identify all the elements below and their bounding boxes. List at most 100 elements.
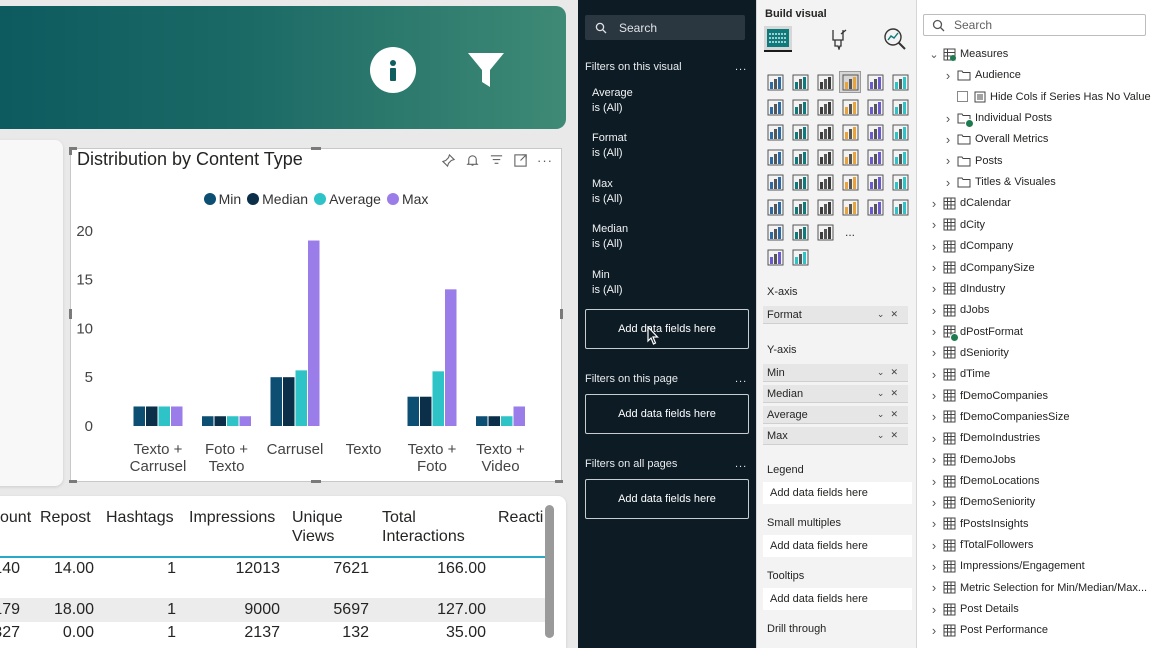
resize-handle[interactable] bbox=[69, 480, 77, 483]
chevron-right-icon[interactable]: › bbox=[943, 68, 953, 83]
tree-item[interactable]: › fDemoIndustries bbox=[929, 429, 1040, 447]
tree-item[interactable]: › dPostFormat bbox=[929, 323, 1023, 343]
yaxis-field-median[interactable]: Median ⌄✕ bbox=[763, 385, 908, 403]
tree-item[interactable]: › Metric Selection for Min/Median/Max... bbox=[929, 579, 1147, 597]
xaxis-field[interactable]: Format ⌄✕ bbox=[763, 306, 908, 324]
tree-item[interactable]: › dCompany bbox=[929, 237, 1013, 255]
python-visual-icon[interactable] bbox=[790, 222, 810, 242]
matrix-icon[interactable] bbox=[865, 172, 885, 192]
table-row[interactable]: 179 18.00 1 9000 5697 127.00 bbox=[0, 598, 546, 622]
resize-handle[interactable] bbox=[69, 309, 72, 319]
chevron-right-icon[interactable]: › bbox=[929, 260, 939, 275]
clustered-bar-icon[interactable] bbox=[815, 72, 835, 92]
line-column-icon[interactable] bbox=[865, 97, 885, 117]
tree-item[interactable]: › Posts bbox=[943, 152, 1003, 170]
line-clustered-icon[interactable] bbox=[890, 97, 910, 117]
chevron-right-icon[interactable]: › bbox=[929, 559, 939, 574]
tree-item[interactable]: › fDemoLocations bbox=[929, 472, 1040, 490]
decomposition-tree-icon[interactable] bbox=[765, 197, 785, 217]
chevron-right-icon[interactable]: › bbox=[929, 217, 939, 232]
tree-item[interactable]: › fPostsInsights bbox=[929, 515, 1029, 533]
chevron-right-icon[interactable]: › bbox=[929, 452, 939, 467]
tree-item[interactable]: › dCalendar bbox=[929, 194, 1011, 212]
field-controls[interactable]: ⌄✕ bbox=[877, 367, 904, 378]
chevron-right-icon[interactable]: › bbox=[929, 367, 939, 382]
tree-item[interactable]: › Audience bbox=[943, 66, 1021, 84]
stacked-column-icon[interactable] bbox=[790, 72, 810, 92]
paginated-icon[interactable] bbox=[815, 197, 835, 217]
tree-item[interactable]: › fTotalFollowers bbox=[929, 536, 1034, 554]
tab-add-visual[interactable] bbox=[764, 26, 792, 52]
100-column-icon[interactable] bbox=[890, 72, 910, 92]
chevron-right-icon[interactable]: › bbox=[929, 388, 939, 403]
qa-icon[interactable] bbox=[790, 197, 810, 217]
filters-search-input[interactable]: Search bbox=[585, 15, 745, 40]
tree-item[interactable]: ⌄ Measures bbox=[929, 45, 1008, 63]
clustered-column-icon[interactable] bbox=[839, 71, 861, 93]
pie-chart-icon[interactable] bbox=[865, 122, 885, 142]
custom-visual-2-icon[interactable] bbox=[790, 247, 810, 267]
posts-table[interactable]: ount Repost Hashtags Impressions Unique … bbox=[0, 496, 566, 648]
chevron-right-icon[interactable]: › bbox=[929, 324, 939, 339]
tree-item[interactable]: › fDemoCompanies bbox=[929, 387, 1048, 405]
yaxis-field-average[interactable]: Average ⌄✕ bbox=[763, 406, 908, 424]
stacked-bar-icon[interactable] bbox=[765, 72, 785, 92]
column-header[interactable]: ount bbox=[0, 508, 31, 527]
bar-chart-visual[interactable]: Distribution by Content Type ··· Min Med… bbox=[69, 147, 563, 483]
more-options-icon[interactable]: ... bbox=[735, 458, 747, 470]
power-apps-icon[interactable] bbox=[890, 197, 910, 217]
chevron-right-icon[interactable]: › bbox=[929, 623, 939, 638]
table-scrollbar[interactable] bbox=[545, 505, 554, 638]
ribbon-chart-icon[interactable] bbox=[840, 97, 860, 117]
resize-handle[interactable] bbox=[69, 147, 72, 155]
tree-item[interactable]: › fDemoCompaniesSize bbox=[929, 408, 1070, 426]
waterfall-icon[interactable] bbox=[765, 122, 785, 142]
multirow-card-icon[interactable] bbox=[765, 172, 785, 192]
table-row[interactable]: 140 14.00 1 12013 7621 166.00 bbox=[0, 558, 546, 598]
custom-visual-icon[interactable] bbox=[765, 247, 785, 267]
small-multiples-dropzone[interactable]: Add data fields here bbox=[763, 535, 912, 557]
more-options-icon[interactable]: ··· bbox=[537, 153, 553, 168]
line-chart-icon[interactable] bbox=[765, 97, 785, 117]
tree-item[interactable]: › dSeniority bbox=[929, 344, 1009, 362]
legend-item-min[interactable]: Min bbox=[203, 191, 241, 207]
chevron-right-icon[interactable]: › bbox=[929, 495, 939, 510]
more-options-icon[interactable]: ... bbox=[735, 61, 747, 73]
chevron-right-icon[interactable]: › bbox=[943, 153, 953, 168]
legend-item-average[interactable]: Average bbox=[314, 191, 381, 207]
column-header[interactable]: Repost bbox=[40, 508, 91, 527]
left-visual-card[interactable] bbox=[0, 140, 63, 486]
chevron-right-icon[interactable]: › bbox=[929, 345, 939, 360]
tree-item[interactable]: › Impressions/Engagement bbox=[929, 557, 1085, 575]
filter-button[interactable] bbox=[466, 50, 506, 95]
column-header[interactable]: Hashtags bbox=[106, 508, 174, 527]
chevron-right-icon[interactable]: › bbox=[929, 281, 939, 296]
chevron-right-icon[interactable]: › bbox=[929, 196, 939, 211]
chevron-right-icon[interactable]: › bbox=[929, 538, 939, 553]
column-header[interactable]: Unique Views bbox=[292, 508, 362, 546]
table-row[interactable]: 327 0.00 1 2137 132 35.00 bbox=[0, 622, 546, 646]
yaxis-field-min[interactable]: Min ⌄✕ bbox=[763, 364, 908, 382]
donut-chart-icon[interactable] bbox=[890, 122, 910, 142]
chevron-right-icon[interactable]: › bbox=[929, 516, 939, 531]
filter-icon[interactable] bbox=[489, 153, 504, 168]
yaxis-field-max[interactable]: Max ⌄✕ bbox=[763, 427, 908, 445]
legend-item-median[interactable]: Median bbox=[247, 191, 308, 207]
map-icon[interactable] bbox=[790, 147, 810, 167]
field-controls[interactable]: ⌄✕ bbox=[877, 388, 904, 399]
tab-analytics[interactable] bbox=[881, 26, 909, 52]
chevron-right-icon[interactable]: › bbox=[929, 409, 939, 424]
slicer-icon[interactable] bbox=[815, 172, 835, 192]
azure-map-icon[interactable] bbox=[840, 147, 860, 167]
tree-item[interactable]: › fDemoJobs bbox=[929, 451, 1016, 469]
filter-card-max[interactable]: Max is (All) bbox=[592, 177, 623, 207]
filter-card-format[interactable]: Format is (All) bbox=[592, 131, 627, 161]
card-icon[interactable] bbox=[890, 147, 910, 167]
chevron-right-icon[interactable]: › bbox=[929, 239, 939, 254]
info-button[interactable] bbox=[370, 47, 416, 93]
smart-narrative-icon[interactable] bbox=[890, 172, 910, 192]
tree-item[interactable]: › Post Performance bbox=[929, 621, 1048, 639]
legend-item-max[interactable]: Max bbox=[386, 191, 428, 207]
r-visual-icon[interactable] bbox=[765, 222, 785, 242]
tree-item[interactable]: › dCity bbox=[929, 216, 985, 234]
